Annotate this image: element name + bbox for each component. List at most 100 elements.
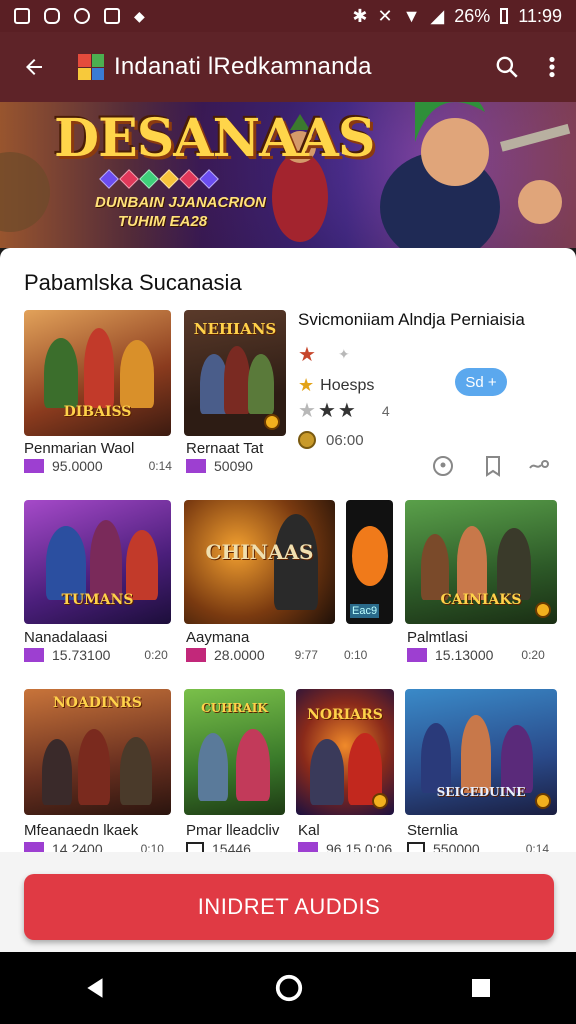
sync-icon: [104, 8, 120, 24]
banner-subtitle-2: TUHIM EA28: [118, 213, 208, 230]
game-tile[interactable]: Eac9: [346, 500, 393, 624]
tile-caption: Nanadalaasi: [24, 629, 108, 646]
star-icon: ★: [298, 400, 316, 422]
bluetooth-icon: ✱: [352, 5, 368, 26]
dot-icon: ◆: [134, 7, 145, 24]
game-tile[interactable]: NORIARS: [296, 689, 394, 815]
tile-art-small: Eac9: [350, 604, 380, 618]
tile-meta-right-2: 0:10: [343, 648, 368, 662]
add-button[interactable]: Sd +: [455, 368, 507, 396]
category-swatch: [407, 648, 427, 662]
stars-row: ★ ★ ★ 4: [298, 398, 568, 423]
tile-caption: Aaymana: [186, 629, 250, 646]
price-row: 06:00: [298, 431, 568, 449]
app-bar: Indanati lRedkamnanda: [0, 32, 576, 102]
rating-text-row: ★ Hoesps: [298, 375, 568, 396]
content-sheet: Pabamlska Sucanasia DIBAISS Penmarian Wa…: [0, 248, 576, 952]
rating-row: ★ ✦: [298, 342, 568, 367]
game-tile[interactable]: CAINIAKS: [405, 500, 557, 624]
tile-caption: Sternlia: [407, 822, 458, 839]
arrow-back-icon: [26, 59, 42, 75]
nav-home-icon[interactable]: [274, 973, 304, 1003]
image-icon: [44, 8, 60, 24]
tile-meta: 95.0000 0:14: [24, 458, 172, 474]
star-icon: ★: [337, 400, 356, 422]
search-icon[interactable]: [494, 54, 520, 80]
tile-art-title: CHINAAS: [205, 540, 314, 564]
tile-meta: 50090: [186, 458, 253, 474]
battery-icon: [500, 8, 509, 24]
clock: 11:99: [518, 5, 562, 26]
tile-caption: Penmarian Waol: [24, 440, 135, 457]
tile-meta: 28.0000 9:77 0:10: [186, 647, 367, 663]
app-logo: [78, 54, 104, 80]
tile-meta-right: 9:77: [294, 648, 318, 662]
tile-art-title: CUHRAIK: [201, 701, 268, 715]
category-swatch: [186, 648, 206, 662]
game-tile[interactable]: NOADINRS: [24, 689, 171, 815]
featured-info: Svicmoniiam Alndja Perniaisia ★ ✦ ★ Hoes…: [298, 310, 568, 449]
bookmark-icon[interactable]: [481, 454, 505, 478]
tile-meta-value: 28.0000: [214, 647, 265, 663]
tile-meta-value: 50090: [214, 458, 253, 474]
game-tile[interactable]: CHINAAS: [184, 500, 335, 624]
price-label: 06:00: [326, 431, 364, 449]
category-swatch: [186, 459, 206, 473]
star-icon: ★: [298, 375, 315, 395]
rating-text: Hoesps: [320, 376, 375, 394]
section-title: Pabamlska Sucanasia: [24, 270, 242, 295]
tile-caption: Rernaat Tat: [186, 440, 264, 457]
app-title: Indanati lRedkamnanda: [114, 53, 372, 80]
gem-row: [99, 169, 219, 189]
app-icon: [74, 8, 90, 24]
category-swatch: [24, 648, 44, 662]
tile-meta-right: 0:20: [144, 648, 168, 662]
tile-art-title: NORIARS: [307, 707, 383, 723]
tile-caption: Kal: [298, 822, 320, 839]
tile-meta-value: 15.73100: [52, 647, 111, 663]
notification-icon: [14, 8, 30, 24]
tile-art-title: NOADINRS: [52, 695, 143, 711]
system-nav-bar: [0, 952, 576, 1024]
star-icon: ★: [298, 344, 316, 366]
star-icon: ★: [317, 400, 336, 422]
battery-text: 26%: [454, 5, 491, 26]
app-logo: [352, 526, 388, 586]
tile-caption: Mfeanaedn lkaek: [24, 822, 139, 839]
tile-meta: 15.13000 0:20: [407, 647, 545, 663]
category-swatch: [24, 459, 44, 473]
primary-action-button[interactable]: INIDRET AUDDIS: [24, 874, 554, 940]
tile-caption: Pmar lleadcliv: [186, 822, 280, 839]
tile-art-title: TUMANS: [61, 592, 134, 608]
hero-banner[interactable]: DESANAAS DUNBAIN JJANACRION TUHIM EA28: [0, 102, 576, 248]
mute-icon: ✕: [377, 5, 393, 26]
tile-meta-right: 0:14: [148, 459, 172, 473]
star-outline-icon: ✦: [337, 346, 350, 362]
banner-subtitle: DUNBAIN JJANACRION: [95, 194, 266, 211]
rating-suffix: 4: [381, 402, 390, 419]
tile-art-title: NEHIANS: [193, 320, 277, 338]
tile-art-title: SEICEDUINE: [436, 785, 526, 799]
game-tile[interactable]: SEICEDUINE: [405, 689, 557, 815]
tile-art-title: DIBAISS: [63, 404, 132, 420]
tile-meta-value: 95.0000: [52, 458, 103, 474]
wifi-icon: ▼: [402, 5, 421, 26]
tile-caption: Palmtlasi: [407, 629, 468, 646]
back-button[interactable]: [14, 47, 54, 87]
game-tile[interactable]: CUHRAIK: [184, 689, 285, 815]
game-tile[interactable]: NEHIANS: [184, 310, 286, 436]
more-vert-icon[interactable]: [542, 54, 562, 80]
share-icon[interactable]: [527, 454, 551, 478]
location-icon[interactable]: [431, 454, 455, 478]
tile-art-title: CAINIAKS: [440, 592, 522, 608]
status-bar: ◆ ✱ ✕ ▼ ◢ 26% 11:99: [0, 0, 576, 32]
tile-meta: 15.73100 0:20: [24, 647, 168, 663]
game-tile[interactable]: DIBAISS: [24, 310, 171, 436]
signal-icon: ◢: [430, 5, 445, 26]
coin-icon: [298, 431, 316, 449]
featured-title: Svicmoniiam Alndja Perniaisia: [298, 310, 525, 329]
nav-back-icon[interactable]: [83, 975, 109, 1001]
game-tile[interactable]: TUMANS: [24, 500, 171, 624]
tile-meta-value: 15.13000: [435, 647, 494, 663]
nav-recents-icon[interactable]: [469, 976, 493, 1000]
